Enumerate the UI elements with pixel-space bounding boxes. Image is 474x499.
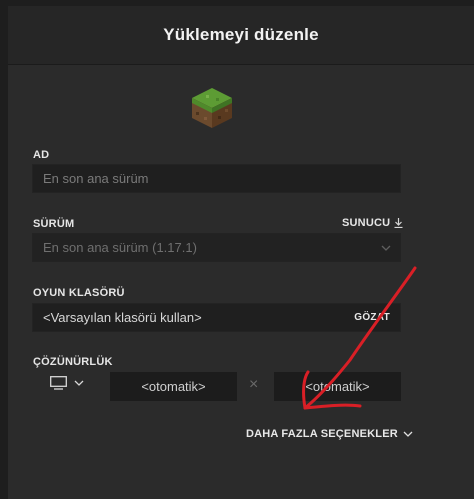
- resolution-height-value: <otomatik>: [305, 379, 370, 394]
- dialog-title: Yüklemeyi düzenle: [163, 25, 319, 44]
- server-label: SUNUCU: [342, 217, 391, 229]
- browse-button[interactable]: GÖZAT: [354, 304, 390, 331]
- name-input[interactable]: [43, 171, 400, 186]
- resolution-width-input[interactable]: <otomatik>: [110, 372, 237, 401]
- game-folder-field[interactable]: <Varsayılan klasörü kullan> GÖZAT: [32, 303, 401, 332]
- version-label: SÜRÜM: [33, 218, 75, 230]
- chevron-down-icon: [74, 380, 84, 386]
- monitor-icon: [50, 376, 67, 390]
- game-folder-label: OYUN KLASÖRÜ: [33, 287, 125, 299]
- name-label: AD: [33, 149, 50, 161]
- dialog-header: Yüklemeyi düzenle: [8, 6, 474, 65]
- resolution-label: ÇÖZÜNÜRLÜK: [33, 356, 113, 368]
- resolution-width-value: <otomatik>: [141, 379, 206, 394]
- name-field[interactable]: [32, 164, 401, 193]
- more-options-button[interactable]: DAHA FAZLA SEÇENEKLER: [246, 428, 413, 440]
- chevron-down-icon: [381, 245, 391, 251]
- grass-block-icon[interactable]: [190, 86, 234, 130]
- resolution-height-input[interactable]: <otomatik>: [274, 372, 401, 401]
- download-icon: [394, 218, 403, 228]
- chevron-down-icon: [403, 431, 413, 437]
- game-folder-value: <Varsayılan klasörü kullan>: [43, 310, 202, 325]
- more-options-label: DAHA FAZLA SEÇENEKLER: [246, 428, 398, 440]
- server-download-button[interactable]: SUNUCU: [342, 217, 403, 229]
- close-icon: ×: [249, 376, 259, 393]
- version-selected-value: En son ana sürüm (1.17.1): [43, 240, 197, 255]
- version-select[interactable]: En son ana sürüm (1.17.1): [32, 233, 401, 262]
- resolution-preset-dropdown[interactable]: [50, 376, 84, 390]
